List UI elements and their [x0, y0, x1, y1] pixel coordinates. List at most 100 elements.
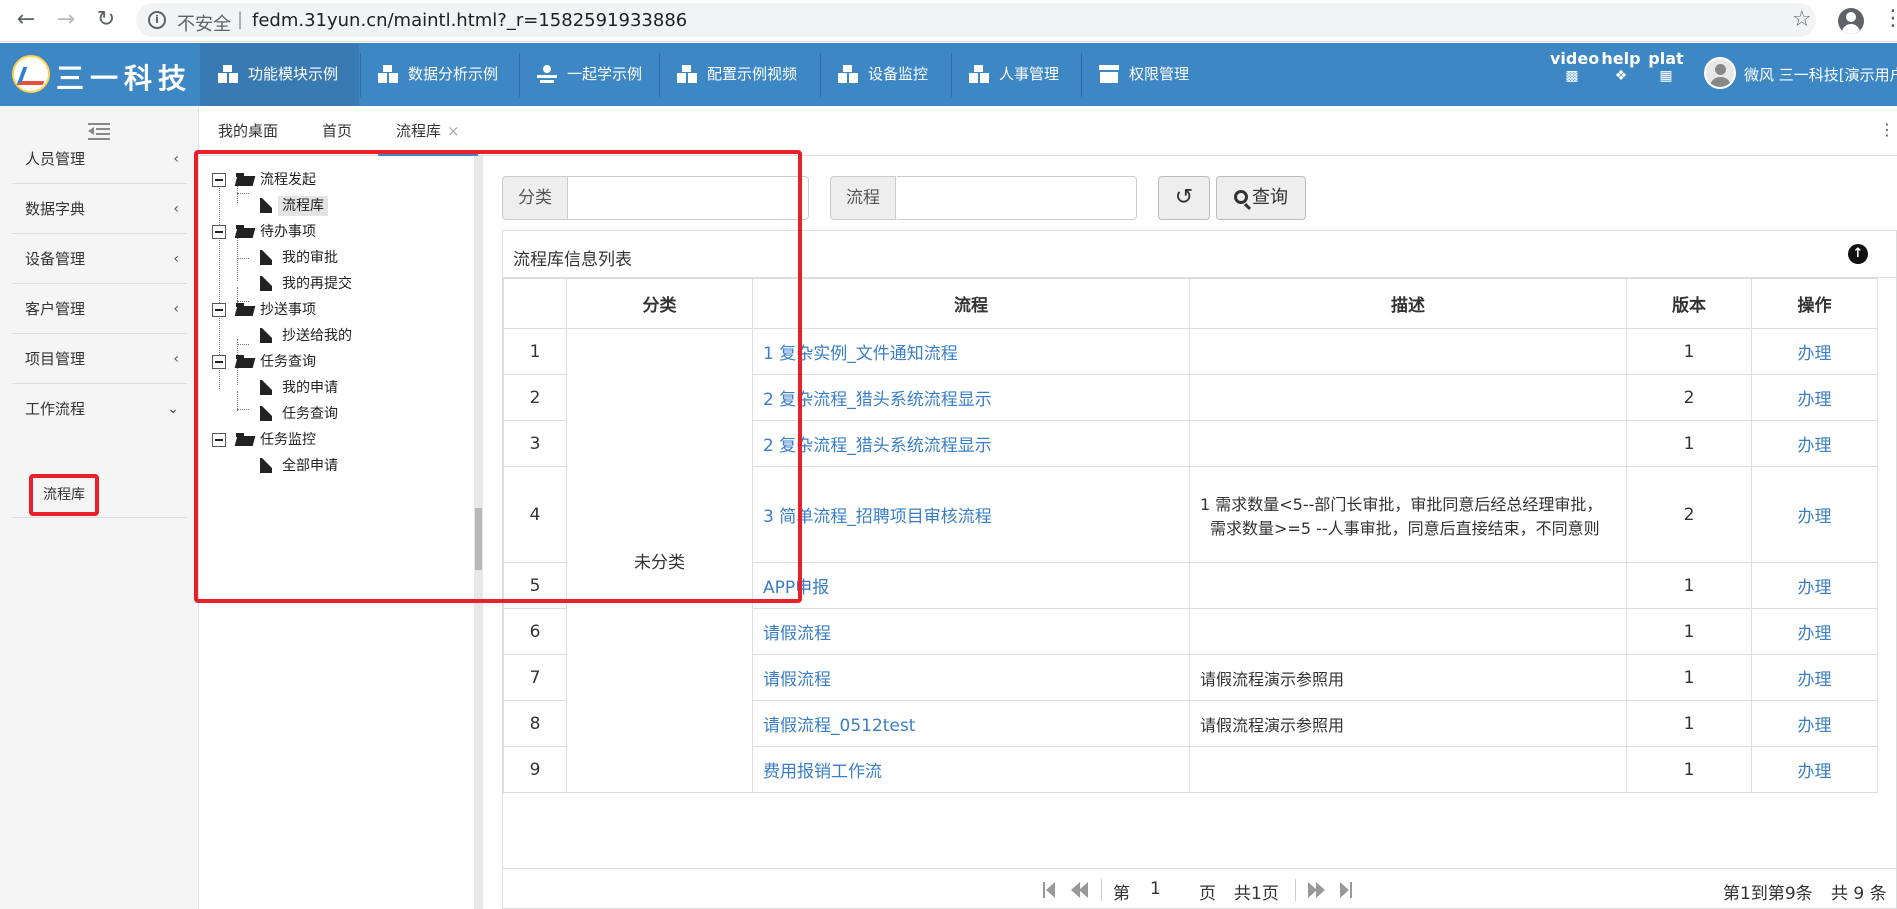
topnav-item-config-video[interactable]: 配置示例视频 [659, 43, 819, 106]
flow-input[interactable] [897, 176, 1137, 220]
description-line: 1 需求数量<5--部门长审批，审批同意后经总经理审批， [1200, 494, 1603, 514]
browser-toolbar: ← → ↻ i 不安全 | fedm.31yun.cn/maintl.html?… [0, 0, 1897, 42]
flow-link[interactable]: 3 简单流程_招聘项目审核流程 [752, 466, 1190, 563]
sidebar-item-label: 设备管理 [25, 250, 86, 268]
flow-link[interactable]: 请假流程_0512test [752, 700, 1190, 747]
description-cell [1189, 420, 1627, 467]
flow-link[interactable]: 2 复杂流程_猎头系统流程显示 [752, 374, 1190, 421]
description-line: 需求数量>=5 --人事审批，同意后直接结束，不同意则 [1210, 518, 1600, 538]
next-page-icon[interactable] [1308, 881, 1326, 899]
handle-link[interactable]: 办理 [1751, 328, 1878, 375]
sidebar-item-projects[interactable]: 项目管理 ‹ [12, 334, 187, 384]
handle-link[interactable]: 办理 [1751, 420, 1878, 467]
security-label: 不安全 [177, 14, 231, 35]
flow-label: 流程 [830, 176, 896, 220]
app-header: 三一科技 功能模块示例 数据分析示例 一起学示例 配置示例视频 设备监控 人事管… [0, 43, 1897, 106]
info-icon[interactable]: i [148, 11, 166, 29]
annotation-highlight-box [194, 150, 802, 603]
topnav-label: 人事管理 [999, 65, 1060, 83]
topnav-label: 一起学示例 [567, 65, 643, 83]
user-name[interactable]: 微风 三一科技[演示用户 [1744, 64, 1897, 85]
quick-plat[interactable]: plat ▦ [1646, 49, 1686, 84]
handle-link[interactable]: 办理 [1751, 374, 1878, 421]
sidebar-item-dictionary[interactable]: 数据字典 ‹ [12, 184, 187, 234]
row-number: 9 [503, 746, 567, 793]
last-page-icon[interactable] [1338, 881, 1356, 899]
modules-icon [677, 65, 697, 83]
sidebar-item-devices[interactable]: 设备管理 ‹ [12, 234, 187, 284]
record-range: 第1到第9条 [1723, 884, 1813, 904]
description-cell: 请假流程演示参照用 [1189, 700, 1627, 747]
bookmark-star-icon[interactable]: ☆ [1792, 7, 1812, 32]
handle-link[interactable]: 办理 [1751, 466, 1878, 563]
row-number: 7 [503, 654, 567, 701]
topnav-item-permissions[interactable]: 权限管理 [1081, 43, 1211, 106]
sidebar-item-personnel[interactable]: 人员管理 ‹ [12, 134, 187, 184]
tab-home[interactable]: 首页 [322, 106, 352, 156]
close-icon[interactable]: × [447, 122, 460, 140]
topnav-item-device-monitor[interactable]: 设备监控 [820, 43, 950, 106]
profile-icon[interactable] [1838, 8, 1864, 34]
description-cell [1189, 374, 1627, 421]
chevron-left-icon: ‹ [173, 351, 179, 367]
description-cell [1189, 562, 1627, 609]
topnav-item-hr[interactable]: 人事管理 [951, 43, 1080, 106]
flow-link[interactable]: 请假流程 [752, 608, 1190, 655]
brand-name: 三一科技 [56, 62, 193, 95]
sidebar-item-customers[interactable]: 客户管理 ‹ [12, 284, 187, 334]
collapse-up-icon[interactable]: ↑ [1848, 244, 1868, 264]
quick-video[interactable]: video ▩ [1550, 49, 1599, 84]
prev-page-icon[interactable] [1071, 881, 1089, 899]
quick-help-label: help [1601, 49, 1641, 68]
reload-icon[interactable]: ↻ [92, 6, 120, 34]
topnav-label: 功能模块示例 [248, 65, 339, 83]
handle-link[interactable]: 办理 [1751, 700, 1878, 747]
sidebar-subitem-flow-library[interactable]: 流程库 [29, 474, 99, 516]
flow-link[interactable]: 费用报销工作流 [752, 746, 1190, 793]
sidebar-item-label: 项目管理 [25, 350, 86, 368]
page-suffix: 页 [1199, 884, 1216, 904]
sidebar-item-workflow[interactable]: 工作流程 ⌄ [12, 384, 187, 434]
video-camera-icon: ▩ [1565, 68, 1579, 84]
topnav-item-learn[interactable]: 一起学示例 [519, 43, 658, 106]
browser-menu-icon[interactable]: ⋮ [1882, 6, 1897, 31]
address-bar[interactable]: i 不安全 | fedm.31yun.cn/maintl.html?_r=158… [136, 3, 1816, 37]
learn-icon [537, 65, 557, 83]
version-cell: 1 [1626, 654, 1752, 701]
flow-search-group: 流程 [830, 176, 1137, 220]
forward-arrow-icon[interactable]: → [52, 6, 80, 34]
first-page-icon[interactable] [1041, 881, 1059, 899]
topnav-item-data-analysis[interactable]: 数据分析示例 [360, 43, 518, 106]
handle-link[interactable]: 办理 [1751, 654, 1878, 701]
pagination: 第 页 共1页 第1到第9条 共 9 条 [503, 869, 1897, 909]
version-cell: 1 [1626, 328, 1752, 375]
url-text[interactable]: fedm.31yun.cn/maintl.html?_r=15825919338… [252, 10, 687, 31]
flow-link[interactable]: APP申报 [752, 562, 1190, 609]
page-prefix: 第 [1113, 884, 1130, 904]
sidebar-item-label: 数据字典 [25, 200, 86, 218]
chevron-down-icon: ⌄ [167, 401, 179, 417]
more-tabs-icon[interactable]: ⋮ [1879, 120, 1895, 139]
avatar[interactable] [1704, 57, 1736, 89]
handle-link[interactable]: 办理 [1751, 608, 1878, 655]
topnav-item-modules[interactable]: 功能模块示例 [200, 43, 359, 106]
back-arrow-icon[interactable]: ← [12, 6, 40, 34]
topnav-label: 数据分析示例 [408, 65, 499, 83]
handle-link[interactable]: 办理 [1751, 746, 1878, 793]
flow-link[interactable]: 请假流程 [752, 654, 1190, 701]
page-number-input[interactable] [1150, 876, 1204, 902]
query-button[interactable]: 查询 [1216, 176, 1306, 220]
modules-icon [838, 65, 858, 83]
tab-flow-library[interactable]: 流程库 × [378, 106, 478, 156]
sidebar-item-label: 人员管理 [25, 150, 86, 168]
col-header-description[interactable]: 描述 [1189, 278, 1627, 329]
col-header-version[interactable]: 版本 [1626, 278, 1752, 329]
handle-link[interactable]: 办理 [1751, 562, 1878, 609]
quick-help[interactable]: help ❖ [1600, 49, 1642, 84]
record-total: 共 9 条 [1831, 884, 1887, 904]
col-header-flow[interactable]: 流程 [752, 278, 1190, 329]
flow-link[interactable]: 2 复杂流程_猎头系统流程显示 [752, 420, 1190, 467]
refresh-button[interactable]: ↺ [1158, 176, 1210, 220]
tab-my-desktop[interactable]: 我的桌面 [218, 106, 278, 156]
flow-link[interactable]: 1 复杂实例_文件通知流程 [752, 328, 1190, 375]
